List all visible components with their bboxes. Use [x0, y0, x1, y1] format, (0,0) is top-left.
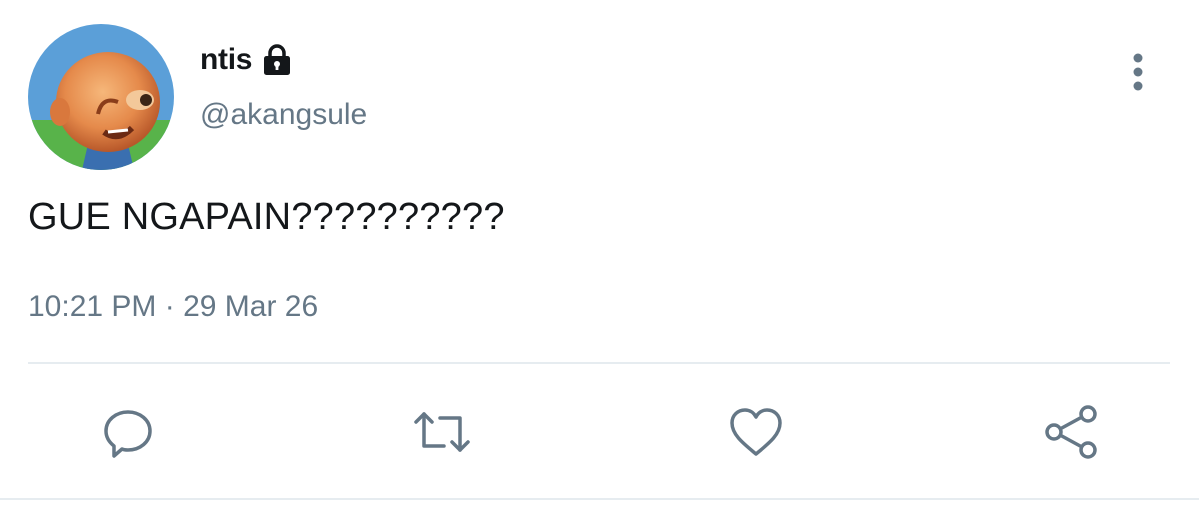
tweet-timestamp[interactable]: 10:21 PM · 29 Mar 26 [28, 290, 318, 324]
heart-icon [726, 404, 786, 460]
reply-icon [100, 404, 156, 460]
author-name-row: ntis [200, 38, 294, 82]
like-button[interactable] [726, 402, 786, 462]
lock-icon [260, 43, 294, 77]
share-icon [1042, 402, 1102, 462]
retweet-button[interactable] [412, 402, 472, 462]
divider [28, 362, 1170, 364]
share-button[interactable] [1042, 402, 1102, 462]
avatar[interactable] [28, 24, 174, 170]
author-handle[interactable]: @akangsule [200, 98, 367, 132]
tweet-text: GUE NGAPAIN?????????? [28, 196, 505, 238]
reply-button[interactable] [98, 402, 158, 462]
more-vertical-icon[interactable] [1120, 50, 1156, 94]
tweet-card: ntis @akangsule GUE NGAPAIN?????????? 10… [0, 0, 1199, 518]
bottom-divider [0, 498, 1199, 500]
retweet-icon [412, 402, 472, 462]
display-name[interactable]: ntis [200, 43, 252, 77]
